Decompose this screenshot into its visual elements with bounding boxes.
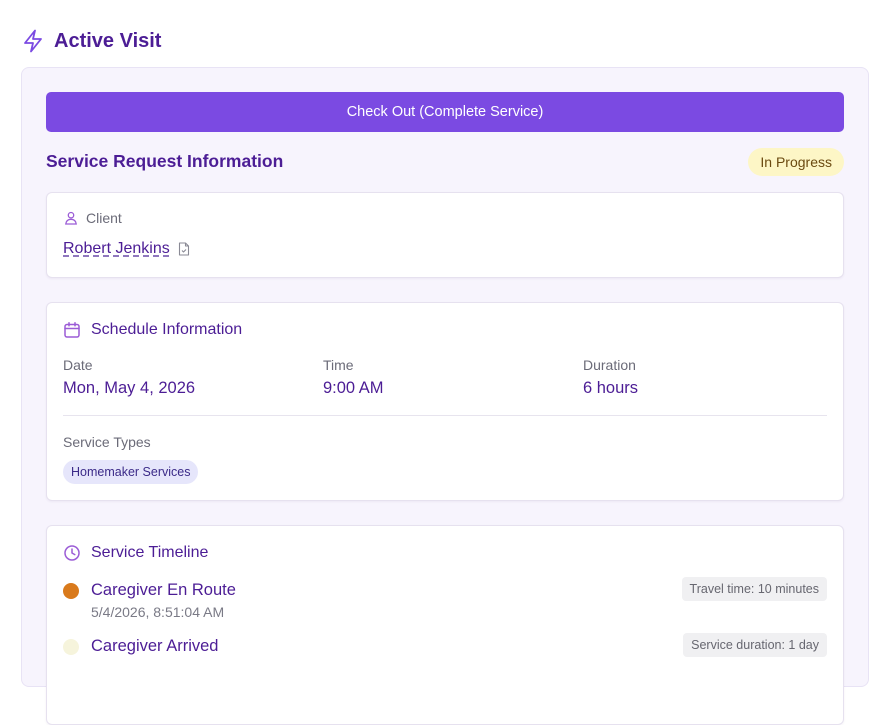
date-value: Mon, May 4, 2026 [63, 379, 196, 397]
service-types-label: Service Types [63, 434, 151, 450]
client-name-row: Robert Jenkins [63, 240, 190, 258]
status-dot-icon [63, 639, 79, 655]
client-card: Client Robert Jenkins [46, 192, 844, 278]
schedule-heading-label: Schedule Information [91, 321, 243, 338]
client-label-row: Client [64, 210, 122, 226]
clock-icon [63, 544, 81, 562]
event-title: Caregiver Arrived [91, 637, 219, 655]
date-field: Date Mon, May 4, 2026 [63, 357, 195, 398]
client-name-link[interactable]: Robert Jenkins [63, 240, 170, 258]
active-visit-panel: Check Out (Complete Service) Service Req… [21, 67, 869, 725]
service-type-tag: Homemaker Services [63, 460, 199, 484]
status-badge: In Progress [748, 148, 844, 176]
event-title: Caregiver En Route [91, 581, 236, 599]
schedule-card: Schedule Information Date Mon, May 4, 20… [46, 302, 844, 501]
client-label: Client [86, 210, 122, 226]
event-tag: Travel time: 10 minutes [681, 577, 827, 601]
duration-field: Duration 6 hours [583, 357, 638, 398]
lightning-bolt-icon [22, 29, 44, 53]
schedule-heading: Schedule Information [63, 321, 242, 339]
timeline-heading: Service Timeline [63, 544, 208, 562]
page-header: Active Visit [22, 28, 161, 54]
timeline-card: Service Timeline Caregiver En Route 5/4/… [46, 525, 844, 725]
document-icon[interactable] [178, 242, 190, 256]
time-label: Time [323, 357, 354, 373]
date-label: Date [63, 357, 93, 373]
duration-label: Duration [583, 357, 636, 373]
event-tag: Service duration: 1 day [683, 633, 827, 657]
calendar-icon [63, 321, 81, 339]
time-field: Time 9:00 AM [323, 357, 384, 398]
schedule-divider [63, 415, 827, 416]
status-dot-icon [63, 583, 79, 599]
timeline-heading-label: Service Timeline [91, 544, 209, 561]
check-out-button[interactable]: Check Out (Complete Service) [46, 92, 844, 132]
duration-value: 6 hours [583, 379, 639, 397]
page-title: Active Visit [54, 29, 162, 52]
time-value: 9:00 AM [323, 379, 384, 397]
service-request-title: Service Request Information [46, 151, 284, 171]
user-icon [64, 211, 78, 225]
event-time: 5/4/2026, 8:51:04 AM [91, 604, 225, 620]
